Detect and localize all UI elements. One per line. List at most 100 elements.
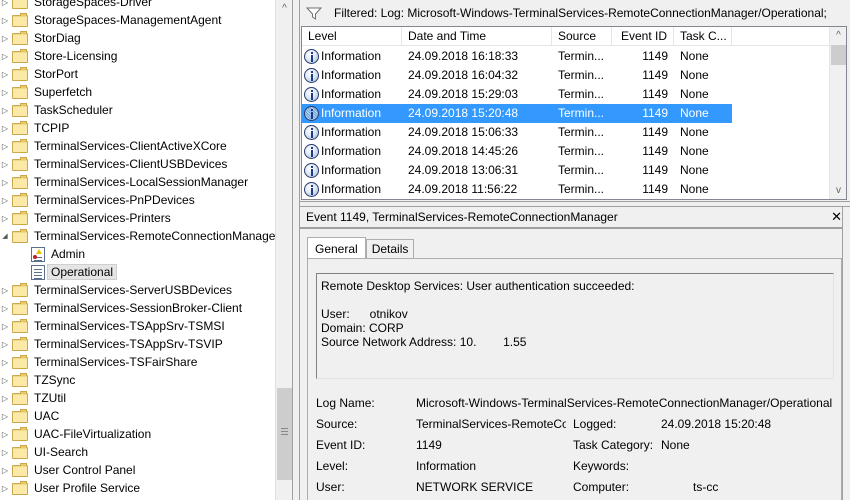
tree-item[interactable]: ▷ TerminalServices-Printers [0, 209, 171, 227]
column-header-date[interactable]: Date and Time [402, 27, 552, 46]
collapsed-arrow-icon[interactable]: ▷ [0, 178, 10, 187]
collapsed-arrow-icon[interactable]: ▷ [0, 484, 10, 493]
collapsed-arrow-icon[interactable]: ▷ [0, 70, 10, 79]
task-category-cell: None [680, 125, 709, 139]
grid-scrollbar[interactable]: ^ v [829, 27, 846, 199]
collapsed-arrow-icon[interactable]: ▷ [0, 430, 10, 439]
date-cell: 24.09.2018 13:06:31 [408, 163, 519, 177]
column-header-event-id[interactable]: Event ID [612, 27, 674, 46]
collapsed-arrow-icon[interactable]: ▷ [0, 376, 10, 385]
expanded-arrow-icon[interactable]: ◢ [0, 232, 10, 240]
tree-item[interactable]: ▷ TCPIP [0, 119, 69, 137]
collapsed-arrow-icon[interactable]: ▷ [0, 286, 10, 295]
event-row[interactable]: Information 24.09.2018 15:06:33 Termin... 1… [302, 123, 732, 142]
event-row[interactable]: Information 24.09.2018 13:06:31 Termin... 1… [302, 161, 732, 180]
tree-item[interactable]: ▷ Superfetch [0, 83, 92, 101]
collapsed-arrow-icon[interactable]: ▷ [0, 394, 10, 403]
event-row[interactable]: Information 24.09.2018 16:04:32 Termin... 1… [302, 66, 732, 85]
event-row[interactable]: Information 24.09.2018 11:56:22 Termin... 1… [302, 180, 732, 199]
column-header-source[interactable]: Source [552, 27, 612, 46]
collapsed-arrow-icon[interactable]: ▷ [0, 124, 10, 133]
log-tree[interactable]: ▷ StorageSpaces-Driver ▷ StorageSpaces-Mana… [0, 0, 276, 500]
tree-item[interactable]: Operational [0, 263, 118, 281]
collapsed-arrow-icon[interactable]: ▷ [0, 160, 10, 169]
tree-item-label: TerminalServices-ServerUSBDevices [34, 283, 233, 297]
tree-item[interactable]: ▷ TerminalServices-TSFairShare [0, 353, 197, 371]
folder-icon [12, 282, 28, 297]
tree-item[interactable]: ▷ TerminalServices-PnPDevices [0, 191, 195, 209]
collapsed-arrow-icon[interactable]: ▷ [0, 34, 10, 43]
event-row[interactable]: Information 24.09.2018 15:20:48 Termin... 1… [302, 104, 732, 123]
tree-item[interactable]: ◢ TerminalServices-RemoteConnectionManage… [0, 227, 276, 245]
collapsed-arrow-icon[interactable]: ▷ [0, 358, 10, 367]
event-row[interactable]: Information 24.09.2018 16:18:33 Termin... 1… [302, 47, 732, 66]
computer-label: Computer: [573, 480, 630, 494]
tree-scrollbar[interactable]: ^ [275, 0, 292, 500]
date-cell: 24.09.2018 15:20:48 [408, 106, 519, 120]
collapsed-arrow-icon[interactable]: ▷ [0, 16, 10, 25]
column-header-level[interactable]: Level [302, 27, 402, 46]
tree-item-label: UI-Search [34, 445, 89, 459]
collapsed-arrow-icon[interactable]: ▷ [0, 142, 10, 151]
collapsed-arrow-icon[interactable]: ▷ [0, 0, 10, 7]
tree-item[interactable]: ▷ TerminalServices-ClientUSBDevices [0, 155, 227, 173]
information-icon [304, 163, 319, 178]
collapsed-arrow-icon[interactable]: ▷ [0, 214, 10, 223]
tree-item[interactable]: ▷ TZUtil [0, 389, 66, 407]
close-icon[interactable]: ✕ [831, 209, 842, 225]
tree-item[interactable]: ▷ User Control Panel [0, 461, 135, 479]
task-category-cell: None [680, 49, 709, 63]
collapsed-arrow-icon[interactable]: ▷ [0, 52, 10, 61]
event-row[interactable]: Information 24.09.2018 15:29:03 Termin... 1… [302, 85, 732, 104]
tree-item[interactable]: ▷ UI-Search [0, 443, 88, 461]
scroll-down-arrow-icon[interactable]: v [830, 182, 846, 199]
details-title: Event 1149, TerminalServices-RemoteConne… [306, 210, 618, 224]
collapsed-arrow-icon[interactable]: ▷ [0, 412, 10, 421]
collapsed-arrow-icon[interactable]: ▷ [0, 466, 10, 475]
tree-item[interactable]: ▷ TerminalServices-ServerUSBDevices [0, 281, 232, 299]
collapsed-arrow-icon[interactable]: ▷ [0, 106, 10, 115]
keywords-label: Keywords: [573, 459, 630, 473]
event-message[interactable]: Remote Desktop Services: User authentica… [316, 273, 834, 379]
events-grid[interactable]: Level Date and Time Source Event ID Task… [301, 26, 847, 200]
tree-item[interactable]: ▷ StorDiag [0, 29, 81, 47]
grid-scroll-thumb[interactable] [831, 45, 846, 65]
tree-item[interactable]: ▷ TZSync [0, 371, 75, 389]
grip-icon [281, 428, 288, 436]
collapsed-arrow-icon[interactable]: ▷ [0, 340, 10, 349]
tree-item[interactable]: ▷ StorageSpaces-ManagementAgent [0, 11, 221, 29]
tree-item[interactable]: ▷ User Profile Service [0, 479, 140, 497]
tree-item[interactable]: ▷ TerminalServices-ClientActiveXCore [0, 137, 227, 155]
tree-item-label: TerminalServices-LocalSessionManager [34, 175, 249, 189]
event-row[interactable]: Information 24.09.2018 14:45:26 Termin... 1… [302, 142, 732, 161]
tree-item[interactable]: Admin [0, 245, 85, 263]
tree-item[interactable]: ▷ TerminalServices-SessionBroker-Client [0, 299, 242, 317]
tab-details[interactable]: Details [365, 239, 415, 259]
collapsed-arrow-icon[interactable]: ▷ [0, 88, 10, 97]
tree-item[interactable]: ▷ UAC-FileVirtualization [0, 425, 151, 443]
collapsed-arrow-icon[interactable]: ▷ [0, 448, 10, 457]
scroll-up-arrow-icon[interactable]: ^ [830, 27, 846, 44]
column-header-task-category[interactable]: Task C... [674, 27, 732, 46]
tree-item[interactable]: ▷ StorPort [0, 65, 78, 83]
folder-icon [12, 192, 28, 207]
details-scrollbar[interactable] [842, 207, 850, 500]
collapsed-arrow-icon[interactable]: ▷ [0, 322, 10, 331]
tree-item-label: TCPIP [34, 121, 70, 135]
tree-item[interactable]: ▷ TerminalServices-LocalSessionManager [0, 173, 248, 191]
collapsed-arrow-icon[interactable]: ▷ [0, 196, 10, 205]
tree-item[interactable]: ▷ TaskScheduler [0, 101, 113, 119]
tree-item[interactable]: ▷ Store-Licensing [0, 47, 117, 65]
tree-item[interactable]: ▷ UAC [0, 407, 59, 425]
tree-scroll-thumb[interactable] [277, 388, 292, 481]
tree-item[interactable]: ▷ TerminalServices-TSAppSrv-TSMSI [0, 317, 225, 335]
tree-item[interactable]: ▷ TerminalServices-TSAppSrv-TSVIP [0, 335, 223, 353]
event-id-cell: 1149 [642, 125, 668, 139]
collapsed-arrow-icon[interactable]: ▷ [0, 304, 10, 313]
tab-general[interactable]: General [307, 237, 366, 259]
pane-splitter[interactable] [292, 0, 300, 500]
scroll-up-arrow-icon[interactable]: ^ [276, 0, 293, 17]
details-titlebar: Event 1149, TerminalServices-RemoteConne… [300, 207, 850, 229]
tree-item[interactable]: ▷ StorageSpaces-Driver [0, 0, 152, 11]
folder-icon [12, 210, 28, 225]
